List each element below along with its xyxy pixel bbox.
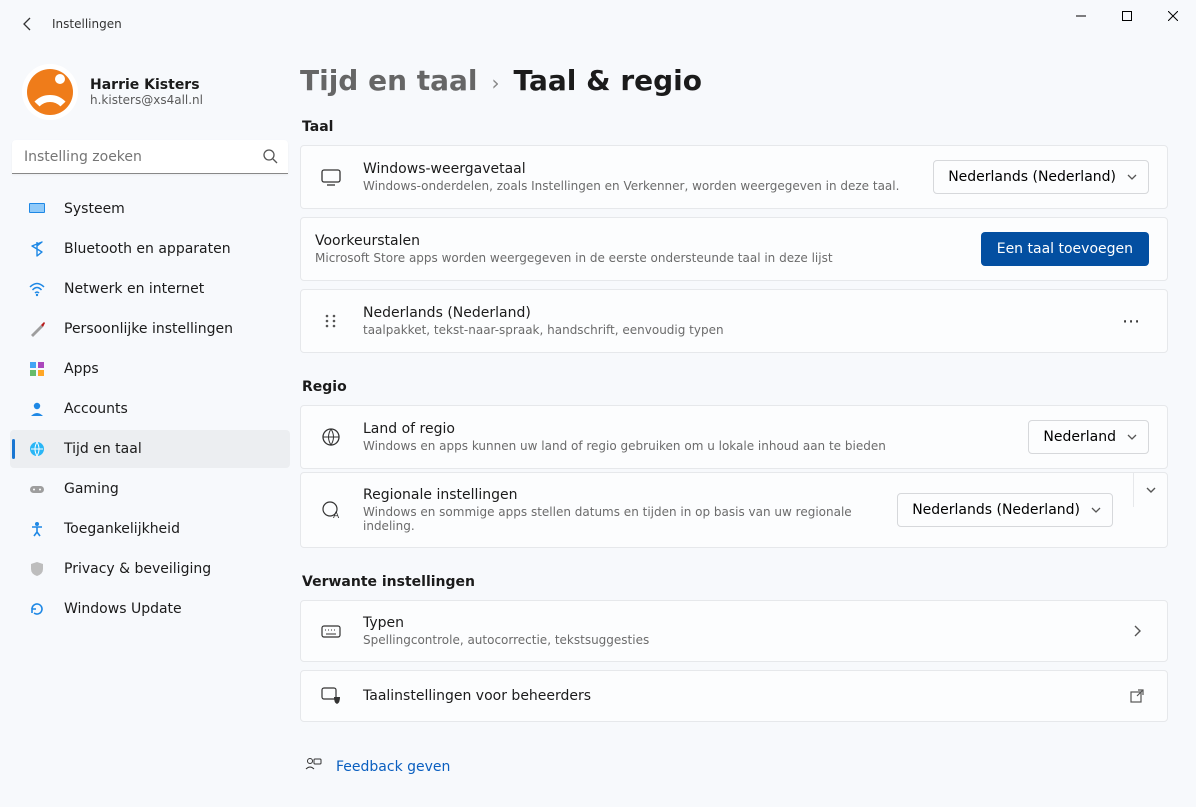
section-header-region: Regio xyxy=(302,379,1168,395)
sidebar-item-label: Systeem xyxy=(64,201,125,217)
dropdown-value: Nederlands (Nederland) xyxy=(912,502,1080,518)
feedback-icon xyxy=(304,756,322,778)
globe-a-icon: A xyxy=(319,500,343,520)
avatar xyxy=(22,64,78,120)
section-header-language: Taal xyxy=(302,119,1168,135)
svg-text:A: A xyxy=(333,511,340,520)
update-icon xyxy=(28,600,46,618)
gamepad-icon xyxy=(28,480,46,498)
card-regional-format: A Regionale instellingen Windows en somm… xyxy=(300,472,1168,548)
sidebar-item-time-language[interactable]: Tijd en taal xyxy=(10,430,290,468)
page-title: Taal & regio xyxy=(514,64,702,97)
card-subtitle: Windows en apps kunnen uw land of regio … xyxy=(363,439,1008,453)
card-subtitle: Windows en sommige apps stellen datums e… xyxy=(363,505,877,533)
maximize-button[interactable] xyxy=(1104,0,1150,32)
language-name: Nederlands (Nederland) xyxy=(363,305,1095,321)
chevron-down-icon xyxy=(1126,171,1138,183)
sidebar: Harrie Kisters h.kisters@xs4all.nl Syste… xyxy=(0,48,300,807)
external-link-icon xyxy=(1125,688,1149,704)
minimize-button[interactable] xyxy=(1058,0,1104,32)
user-profile[interactable]: Harrie Kisters h.kisters@xs4all.nl xyxy=(10,56,290,136)
globe-clock-icon xyxy=(28,440,46,458)
search-input[interactable] xyxy=(12,140,288,174)
language-features: taalpakket, tekst-naar-spraak, handschri… xyxy=(363,323,1095,337)
sidebar-item-personalization[interactable]: Persoonlijke instellingen xyxy=(10,310,290,348)
wifi-icon xyxy=(28,280,46,298)
sidebar-item-label: Bluetooth en apparaten xyxy=(64,241,231,257)
sidebar-item-accessibility[interactable]: Toegankelijkheid xyxy=(10,510,290,548)
apps-icon xyxy=(28,360,46,378)
sidebar-item-gaming[interactable]: Gaming xyxy=(10,470,290,508)
section-header-related: Verwante instellingen xyxy=(302,574,1168,590)
more-options-button[interactable]: ⋯ xyxy=(1115,304,1149,338)
dropdown-value: Nederland xyxy=(1043,429,1116,445)
regional-format-dropdown[interactable]: Nederlands (Nederland) xyxy=(897,493,1113,527)
chevron-down-icon xyxy=(1126,431,1138,443)
bluetooth-icon xyxy=(28,240,46,258)
expand-button[interactable] xyxy=(1133,473,1167,507)
close-button[interactable] xyxy=(1150,0,1196,32)
sidebar-item-label: Windows Update xyxy=(64,601,182,617)
accessibility-icon xyxy=(28,520,46,538)
sidebar-item-accounts[interactable]: Accounts xyxy=(10,390,290,428)
display-icon xyxy=(319,166,343,188)
sidebar-item-label: Apps xyxy=(64,361,99,377)
globe-icon xyxy=(319,427,343,447)
card-preferred-languages: Voorkeurstalen Microsoft Store apps word… xyxy=(300,217,1168,281)
back-button[interactable] xyxy=(8,4,48,44)
sidebar-item-label: Netwerk en internet xyxy=(64,281,204,297)
user-email: h.kisters@xs4all.nl xyxy=(90,93,203,107)
brush-icon xyxy=(28,320,46,338)
card-title: Typen xyxy=(363,615,1105,631)
breadcrumb: Tijd en taal › Taal & regio xyxy=(300,64,1168,97)
shield-icon xyxy=(28,560,46,578)
search-icon xyxy=(262,148,278,168)
country-dropdown[interactable]: Nederland xyxy=(1028,420,1149,454)
card-title: Voorkeurstalen xyxy=(315,233,961,249)
main-content: Tijd en taal › Taal & regio Taal Windows… xyxy=(300,48,1196,807)
sidebar-item-label: Accounts xyxy=(64,401,128,417)
card-subtitle: Spellingcontrole, autocorrectie, tekstsu… xyxy=(363,633,1105,647)
sidebar-item-privacy[interactable]: Privacy & beveiliging xyxy=(10,550,290,588)
card-title: Taalinstellingen voor beheerders xyxy=(363,688,1105,704)
card-country: Land of regio Windows en apps kunnen uw … xyxy=(300,405,1168,469)
card-typing[interactable]: Typen Spellingcontrole, autocorrectie, t… xyxy=(300,600,1168,662)
sidebar-item-label: Tijd en taal xyxy=(64,441,142,457)
sidebar-item-network[interactable]: Netwerk en internet xyxy=(10,270,290,308)
window-title: Instellingen xyxy=(52,17,122,31)
sidebar-item-label: Persoonlijke instellingen xyxy=(64,321,233,337)
card-subtitle: Microsoft Store apps worden weergegeven … xyxy=(315,251,961,265)
sidebar-item-bluetooth[interactable]: Bluetooth en apparaten xyxy=(10,230,290,268)
person-icon xyxy=(28,400,46,418)
sidebar-item-label: Privacy & beveiliging xyxy=(64,561,211,577)
dropdown-value: Nederlands (Nederland) xyxy=(948,169,1116,185)
card-title: Land of regio xyxy=(363,421,1008,437)
sidebar-item-label: Gaming xyxy=(64,481,119,497)
chevron-right-icon: › xyxy=(492,71,500,95)
card-admin-language[interactable]: Taalinstellingen voor beheerders xyxy=(300,670,1168,722)
card-language-item[interactable]: Nederlands (Nederland) taalpakket, tekst… xyxy=(300,289,1168,353)
card-title: Windows-weergavetaal xyxy=(363,161,913,177)
card-title: Regionale instellingen xyxy=(363,487,877,503)
feedback-link[interactable]: Feedback geven xyxy=(336,759,450,775)
chevron-down-icon xyxy=(1090,504,1102,516)
monitor-icon xyxy=(28,200,46,218)
chevron-right-icon xyxy=(1125,624,1149,638)
sidebar-item-windows-update[interactable]: Windows Update xyxy=(10,590,290,628)
admin-lang-icon xyxy=(319,685,343,707)
sidebar-item-system[interactable]: Systeem xyxy=(10,190,290,228)
sidebar-item-apps[interactable]: Apps xyxy=(10,350,290,388)
display-language-dropdown[interactable]: Nederlands (Nederland) xyxy=(933,160,1149,194)
drag-handle-icon[interactable] xyxy=(319,312,343,330)
add-language-button[interactable]: Een taal toevoegen xyxy=(981,232,1149,266)
card-subtitle: Windows-onderdelen, zoals Instellingen e… xyxy=(363,179,913,193)
user-name: Harrie Kisters xyxy=(90,77,203,93)
card-display-language: Windows-weergavetaal Windows-onderdelen,… xyxy=(300,145,1168,209)
keyboard-icon xyxy=(319,620,343,642)
breadcrumb-parent[interactable]: Tijd en taal xyxy=(300,64,478,97)
sidebar-item-label: Toegankelijkheid xyxy=(64,521,180,537)
